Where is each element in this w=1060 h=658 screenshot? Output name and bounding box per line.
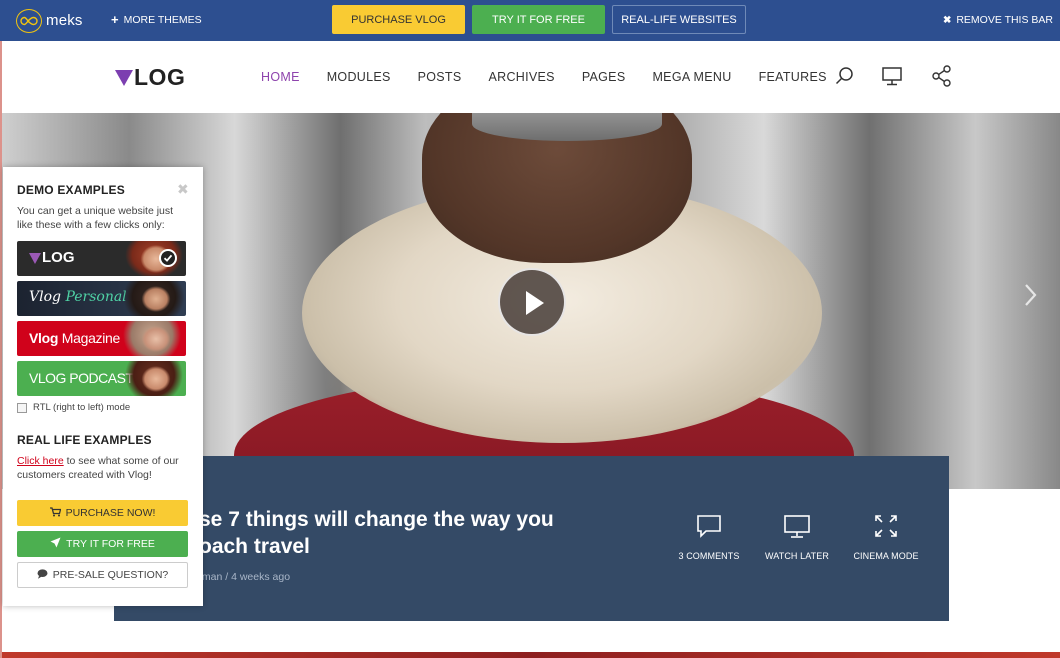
demo-thumb-label: Vlog Personal xyxy=(29,289,127,305)
demo-thumb-label: Vlog Magazine xyxy=(29,330,121,346)
more-themes-link[interactable]: + MORE THEMES xyxy=(111,12,202,27)
watch-later-button[interactable]: WATCH LATER xyxy=(757,513,837,561)
purchase-now-label: PURCHASE NOW! xyxy=(65,507,156,519)
post-meta: fman / 4 weeks ago xyxy=(199,571,291,583)
try-free-label: TRY IT FOR FREE xyxy=(66,538,155,550)
paper-plane-icon xyxy=(50,537,61,551)
play-button[interactable] xyxy=(498,268,566,336)
nav-pages[interactable]: PAGES xyxy=(582,70,626,84)
rtl-label: RTL (right to left) mode xyxy=(33,402,131,413)
demo-thumb-vlog[interactable]: LOG xyxy=(17,241,186,276)
real-life-heading: REAL LIFE EXAMPLES xyxy=(17,433,152,447)
meks-brand: meks xyxy=(46,12,83,29)
demo-thumb-photo xyxy=(116,321,186,356)
nav-home[interactable]: HOME xyxy=(261,70,300,84)
meks-logo[interactable]: meks xyxy=(16,8,83,33)
demo-thumb-podcast[interactable]: VLOG PODCAST xyxy=(17,361,186,396)
chevron-right-icon[interactable] xyxy=(1020,281,1040,309)
bottom-strip xyxy=(2,652,1060,658)
nav-posts[interactable]: POSTS xyxy=(418,70,462,84)
remove-bar-label: REMOVE THIS BAR xyxy=(956,14,1053,26)
cart-icon xyxy=(49,506,61,520)
share-icon[interactable] xyxy=(930,64,954,88)
more-themes-label: MORE THEMES xyxy=(123,14,202,26)
watch-later-label: WATCH LATER xyxy=(765,551,829,561)
click-here-link[interactable]: Click here xyxy=(17,455,64,467)
rtl-mode-toggle[interactable]: RTL (right to left) mode xyxy=(17,402,130,413)
demo-thumb-personal[interactable]: Vlog Personal xyxy=(17,281,186,316)
infinity-icon xyxy=(16,8,42,33)
expand-icon xyxy=(875,515,897,537)
logo-triangle-icon xyxy=(115,69,133,86)
nav-modules[interactable]: MODULES xyxy=(327,70,391,84)
demo-thumb-label: LOG xyxy=(29,249,75,266)
real-life-websites-button[interactable]: REAL-LIFE WEBSITES xyxy=(612,5,746,34)
demo-examples-panel: DEMO EXAMPLES ✖ You can get a unique web… xyxy=(3,167,203,606)
check-icon xyxy=(159,249,177,267)
remove-bar-link[interactable]: ✖ REMOVE THIS BAR xyxy=(943,14,1053,26)
try-free-button[interactable]: TRY IT FOR FREE xyxy=(472,5,605,34)
vlog-logo[interactable]: LOG xyxy=(115,64,185,91)
nav-mega-menu[interactable]: MEGA MENU xyxy=(652,70,731,84)
demo-thumb-photo xyxy=(116,281,186,316)
pre-sale-question-button[interactable]: PRE-SALE QUESTION? xyxy=(17,562,188,588)
cinema-mode-label: CINEMA MODE xyxy=(853,551,919,561)
comment-icon xyxy=(697,515,721,538)
pre-sale-label: PRE-SALE QUESTION? xyxy=(52,569,169,581)
post-title[interactable]: se 7 things will change the way you oach… xyxy=(199,506,619,560)
cinema-mode-button[interactable]: CINEMA MODE xyxy=(846,513,926,561)
rtl-checkbox[interactable] xyxy=(17,402,27,413)
monitor-icon xyxy=(784,515,810,538)
promo-bar: meks + MORE THEMES PURCHASE VLOG TRY IT … xyxy=(0,0,1060,41)
purchase-now-button[interactable]: PURCHASE NOW! xyxy=(17,500,188,526)
logo-text: LOG xyxy=(134,64,186,90)
nav-features[interactable]: FEATURES xyxy=(759,70,827,84)
demo-thumb-magazine[interactable]: Vlog Magazine xyxy=(17,321,186,356)
site-header: LOG HOME MODULES POSTS ARCHIVES PAGES ME… xyxy=(2,41,1060,113)
plus-icon: + xyxy=(111,12,119,27)
purchase-vlog-button[interactable]: PURCHASE VLOG xyxy=(332,5,465,34)
real-life-text: Click here to see what some of our custo… xyxy=(17,454,189,482)
search-icon[interactable] xyxy=(833,64,857,88)
monitor-icon[interactable] xyxy=(880,64,904,88)
demo-intro: You can get a unique website just like t… xyxy=(17,205,174,231)
post-info-panel: se 7 things will change the way you oach… xyxy=(114,456,949,621)
close-icon: ✖ xyxy=(942,14,952,26)
chat-icon xyxy=(37,568,48,582)
nav-archives[interactable]: ARCHIVES xyxy=(489,70,555,84)
close-icon[interactable]: ✖ xyxy=(177,181,189,198)
comments-button[interactable]: 3 COMMENTS xyxy=(669,513,749,561)
demo-thumb-photo xyxy=(116,361,186,396)
try-free-popup-button[interactable]: TRY IT FOR FREE xyxy=(17,531,188,557)
comments-label: 3 COMMENTS xyxy=(678,551,740,561)
play-icon xyxy=(526,291,544,315)
main-nav: HOME MODULES POSTS ARCHIVES PAGES MEGA M… xyxy=(261,70,854,84)
demo-heading: DEMO EXAMPLES xyxy=(17,183,125,197)
